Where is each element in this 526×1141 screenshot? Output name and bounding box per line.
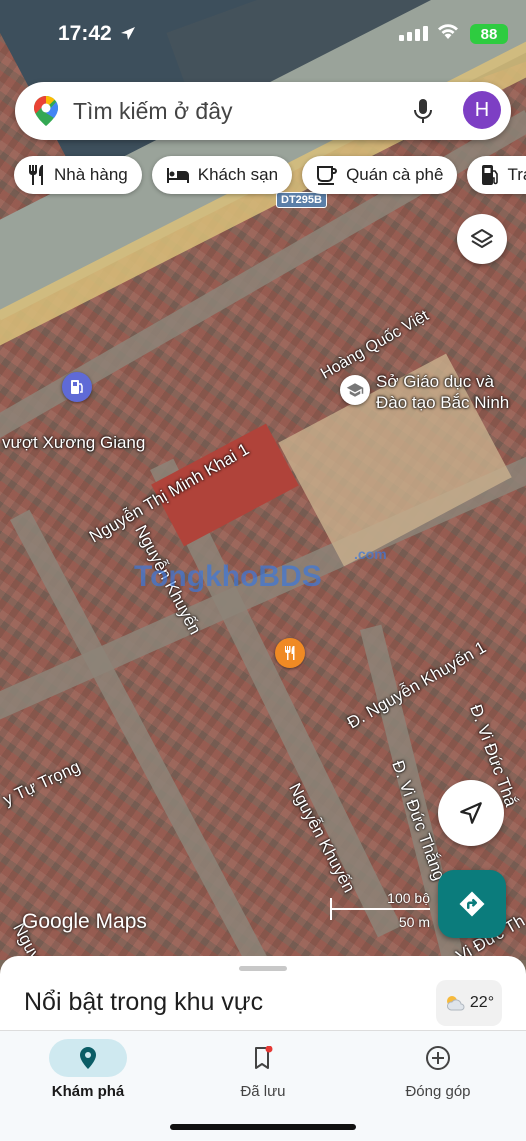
mic-icon[interactable]	[413, 98, 433, 124]
search-input[interactable]: Tìm kiếm ở đây	[73, 98, 233, 125]
weather-temperature: 22°	[469, 994, 495, 1011]
google-maps-logo-icon	[34, 96, 58, 126]
home-indicator[interactable]	[170, 1124, 356, 1130]
search-bar[interactable]: Tìm kiếm ở đây H	[15, 82, 511, 140]
google-maps-attribution: Google Maps	[22, 910, 147, 933]
gas-station-pin-icon[interactable]	[62, 372, 92, 402]
chip-hotels[interactable]: Khách sạn	[151, 156, 293, 194]
chip-label: Trạ	[507, 165, 526, 184]
category-chips: Nhà hàng Khách sạn Quán cà phê Trạ	[14, 156, 526, 194]
explore-pin-icon	[80, 1047, 96, 1069]
directions-button[interactable]	[438, 870, 506, 938]
tab-label: Khám phá	[51, 1083, 125, 1100]
location-arrow-icon	[121, 27, 135, 40]
scale-feet: 100 bộ	[387, 890, 430, 906]
my-location-button[interactable]	[438, 780, 504, 846]
scale-meters: 50 m	[398, 914, 430, 930]
chip-label: Nhà hàng	[54, 165, 128, 184]
school-pin-icon[interactable]	[340, 375, 370, 405]
contribute-plus-icon	[426, 1046, 450, 1070]
tab-saved[interactable]: Đã lưu	[188, 1039, 338, 1100]
cellular-signal-icon	[399, 26, 428, 41]
layers-button[interactable]	[457, 214, 507, 264]
layers-icon	[471, 229, 493, 248]
chip-coffee[interactable]: Quán cà phê	[302, 156, 458, 194]
partly-cloudy-icon	[446, 996, 465, 1011]
tab-label: Đóng góp	[405, 1083, 471, 1100]
tab-contribute[interactable]: Đóng góp	[363, 1039, 513, 1100]
status-bar: 17:42 88	[0, 0, 526, 70]
restaurant-icon	[29, 165, 43, 185]
status-time: 17:42	[58, 22, 112, 45]
bottom-sheet[interactable]: Nổi bật trong khu vực 22°	[0, 956, 526, 1036]
battery-icon: 88	[470, 24, 508, 44]
sheet-title: Nổi bật trong khu vực	[24, 988, 264, 1016]
navigation-arrow-icon	[460, 802, 482, 824]
directions-icon	[459, 891, 485, 917]
sheet-drag-handle[interactable]	[239, 966, 287, 971]
wifi-icon	[438, 24, 458, 39]
chip-restaurants[interactable]: Nhà hàng	[14, 156, 142, 194]
chip-label: Quán cà phê	[346, 165, 444, 184]
poi-label-school[interactable]: Sở Giáo dục và Đào tạo Bắc Ninh	[376, 371, 509, 413]
tab-label: Đã lưu	[240, 1083, 286, 1100]
gas-station-icon	[482, 165, 499, 185]
chip-label: Khách sạn	[197, 165, 279, 184]
hotel-icon	[166, 168, 189, 183]
weather-badge[interactable]: 22°	[436, 980, 502, 1026]
chip-gas[interactable]: Trạ	[467, 156, 526, 194]
street-label-tu-trong: y Tự Trọng	[0, 756, 84, 810]
restaurant-pin-icon[interactable]	[275, 638, 305, 668]
tab-explore[interactable]: Khám phá	[13, 1039, 163, 1100]
coffee-icon	[317, 166, 338, 185]
avatar[interactable]: H	[463, 91, 501, 129]
road-badge-dt295b: DT295B	[276, 192, 327, 208]
saved-bookmark-icon	[255, 1046, 273, 1069]
watermark: TongkhoBDS .com	[134, 546, 387, 593]
label-vuot-xuong-giang: vượt Xương Giang	[2, 433, 146, 452]
map-canvas[interactable]: Hoàng Quốc Việt Sở Giáo dục và Đào tạo B…	[0, 0, 526, 960]
